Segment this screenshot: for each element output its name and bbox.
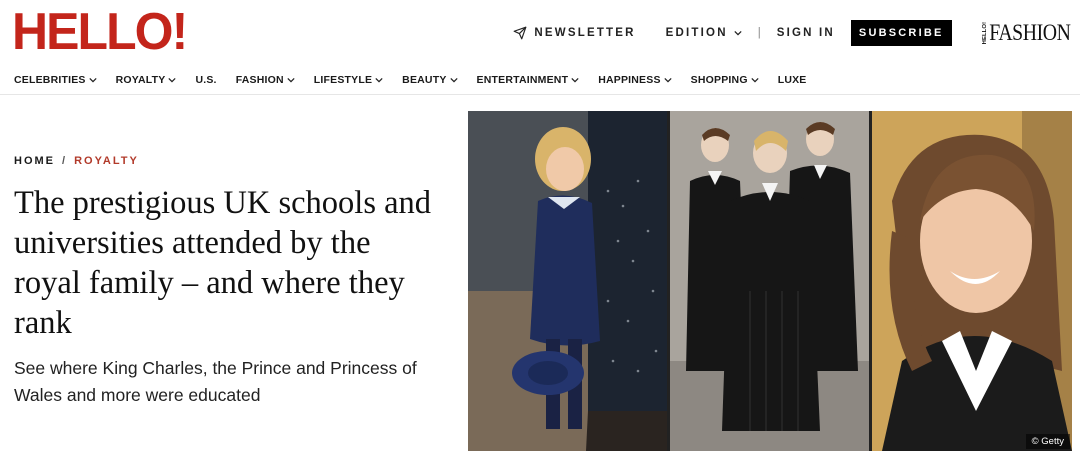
chevron-down-icon (664, 77, 672, 83)
image-credit: © Getty (1025, 434, 1070, 449)
nav-item-entertainment[interactable]: ENTERTAINMENT (477, 74, 580, 86)
main-navigation: CELEBRITIES ROYALTY U.S. FASHION LIFESTYLE BE… (14, 72, 826, 88)
newsletter-label: NEWSLETTER (534, 27, 636, 39)
hero-image-panel-child (468, 111, 667, 451)
nav-item-celebrities[interactable]: CELEBRITIES (14, 74, 97, 86)
hello-logo[interactable]: HELLO! (12, 6, 188, 58)
nav-item-label: SHOPPING (690, 74, 748, 86)
nav-item-label: LIFESTYLE (313, 74, 373, 86)
nav-item-label: LUXE (777, 74, 807, 86)
article-headline: The prestigious UK schools and universit… (14, 185, 432, 341)
header-divider (0, 94, 1080, 95)
paper-plane-icon (514, 26, 527, 40)
edition-dropdown[interactable]: EDITION (666, 27, 742, 39)
nav-item-label: CELEBRITIES (14, 74, 86, 86)
edition-label: EDITION (665, 27, 728, 39)
nav-item-beauty[interactable]: BEAUTY (402, 74, 458, 86)
chevron-down-icon (168, 77, 177, 83)
breadcrumb-home[interactable]: HOME (14, 155, 55, 167)
nav-item-royalty[interactable]: ROYALTY (116, 74, 177, 86)
nav-item-happiness[interactable]: HAPPINESS (598, 74, 672, 86)
nav-item-label: U.S. (195, 74, 217, 86)
hero-image[interactable]: © Getty (468, 111, 1072, 451)
hello-fashion-wordmark: FASHION (988, 20, 1071, 45)
breadcrumb-separator: / (62, 155, 68, 167)
nav-item-label: ROYALTY (115, 74, 166, 86)
chevron-down-icon (287, 77, 295, 83)
chevron-down-icon (375, 77, 383, 83)
nav-item-label: HAPPINESS (598, 74, 661, 86)
nav-item-u-s[interactable]: U.S. (195, 74, 216, 86)
nav-item-label: BEAUTY (402, 74, 447, 86)
article-standfirst: See where King Charles, the Prince and P… (14, 358, 417, 405)
sign-in-link[interactable]: SIGN IN (777, 27, 835, 39)
breadcrumb-royalty[interactable]: ROYALTY (74, 155, 139, 167)
chevron-down-icon (751, 77, 759, 83)
chevron-down-icon (449, 77, 458, 83)
hello-fashion-logo[interactable]: HELLO! FASHION (981, 20, 1071, 46)
utility-separator: | (757, 27, 761, 39)
nav-item-shopping[interactable]: SHOPPING (691, 74, 759, 86)
nav-item-luxe[interactable]: LUXE (778, 74, 807, 86)
chevron-down-icon (571, 77, 579, 83)
nav-item-fashion[interactable]: FASHION (236, 74, 295, 86)
chevron-down-icon (734, 30, 742, 36)
subscribe-button[interactable]: SUBSCRIBE (850, 20, 952, 46)
hello-fashion-mini: HELLO! (981, 21, 988, 45)
newsletter-link[interactable]: NEWSLETTER (513, 26, 635, 40)
nav-item-label: FASHION (235, 74, 284, 86)
nav-item-lifestyle[interactable]: LIFESTYLE (314, 74, 383, 86)
nav-item-label: ENTERTAINMENT (476, 74, 569, 86)
utility-bar: NEWSLETTER EDITION | SIGN IN SUBSCRIBE H… (513, 20, 1070, 46)
chevron-down-icon (89, 77, 97, 83)
breadcrumb: HOME / ROYALTY (14, 155, 139, 167)
hero-image-panel-woman (872, 111, 1072, 451)
hero-image-panel-schoolboys (670, 111, 869, 451)
